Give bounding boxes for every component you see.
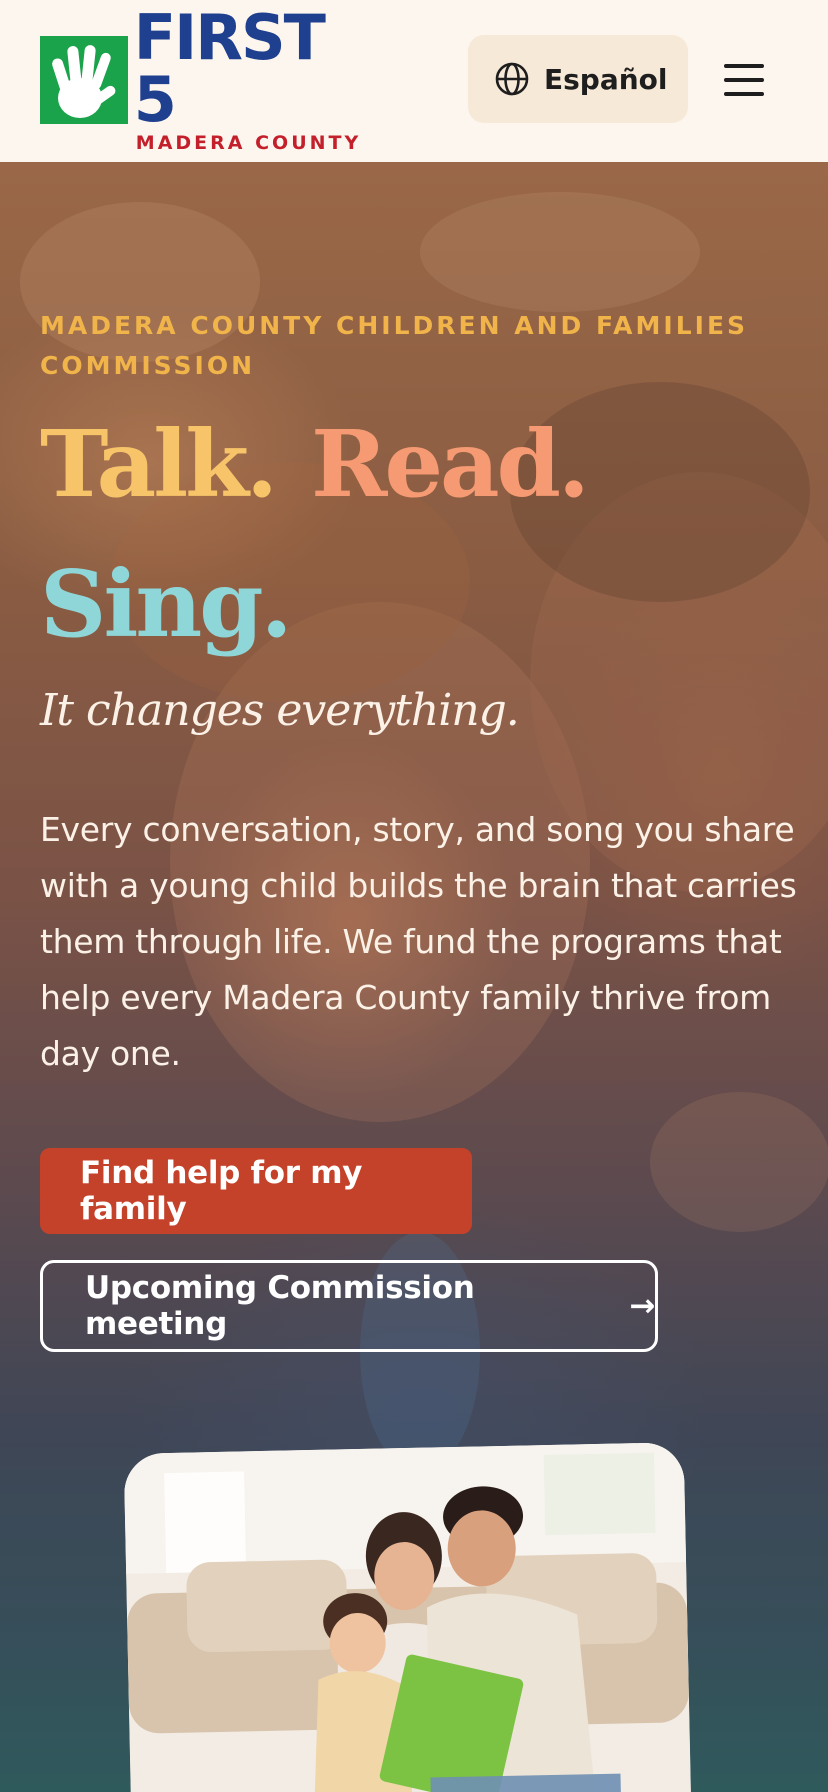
language-toggle-button[interactable]: Español	[468, 35, 688, 123]
menu-line	[724, 64, 764, 68]
headline-word-read: Read.	[311, 410, 590, 518]
logo-secondary-text: MADERA COUNTY	[135, 131, 362, 154]
family-photo-illustration	[123, 1442, 693, 1792]
find-help-button-label: Find help for my family	[80, 1155, 363, 1227]
headline-word-sing: Sing.	[40, 550, 293, 658]
hero-tagline: It changes everything.	[40, 685, 520, 736]
hero-eyebrow: MADERA COUNTY CHILDREN AND FAMILIES COMM…	[40, 311, 749, 380]
menu-line	[724, 92, 764, 96]
headline-word-talk: Talk.	[40, 410, 278, 518]
language-toggle-label: Español	[544, 62, 668, 96]
menu-line	[724, 78, 764, 82]
hamburger-menu-icon[interactable]	[720, 58, 768, 102]
find-help-button[interactable]: Find help for my family	[40, 1148, 472, 1234]
hand-icon	[40, 36, 128, 124]
site-header: FIRST 5 MADERA COUNTY Español	[0, 0, 828, 162]
hero-body-text: Every conversation, story, and song you …	[40, 810, 797, 1073]
hero-headline: Talk. Read. Sing.	[40, 394, 800, 674]
arrow-right-icon: →	[629, 1288, 655, 1324]
family-reading-photo	[123, 1442, 693, 1792]
globe-icon	[495, 62, 529, 96]
logo-primary-text: FIRST 5	[133, 0, 326, 136]
hero-section: MADERA COUNTY CHILDREN AND FAMILIES COMM…	[0, 162, 828, 1792]
first5-madera-logo[interactable]: FIRST 5 MADERA COUNTY	[40, 6, 384, 154]
logo-wordmark: FIRST 5 MADERA COUNTY	[134, 6, 384, 154]
commission-meeting-button[interactable]: Upcoming Commission meeting →	[40, 1260, 658, 1352]
commission-meeting-button-label: Upcoming Commission meeting	[85, 1270, 475, 1342]
